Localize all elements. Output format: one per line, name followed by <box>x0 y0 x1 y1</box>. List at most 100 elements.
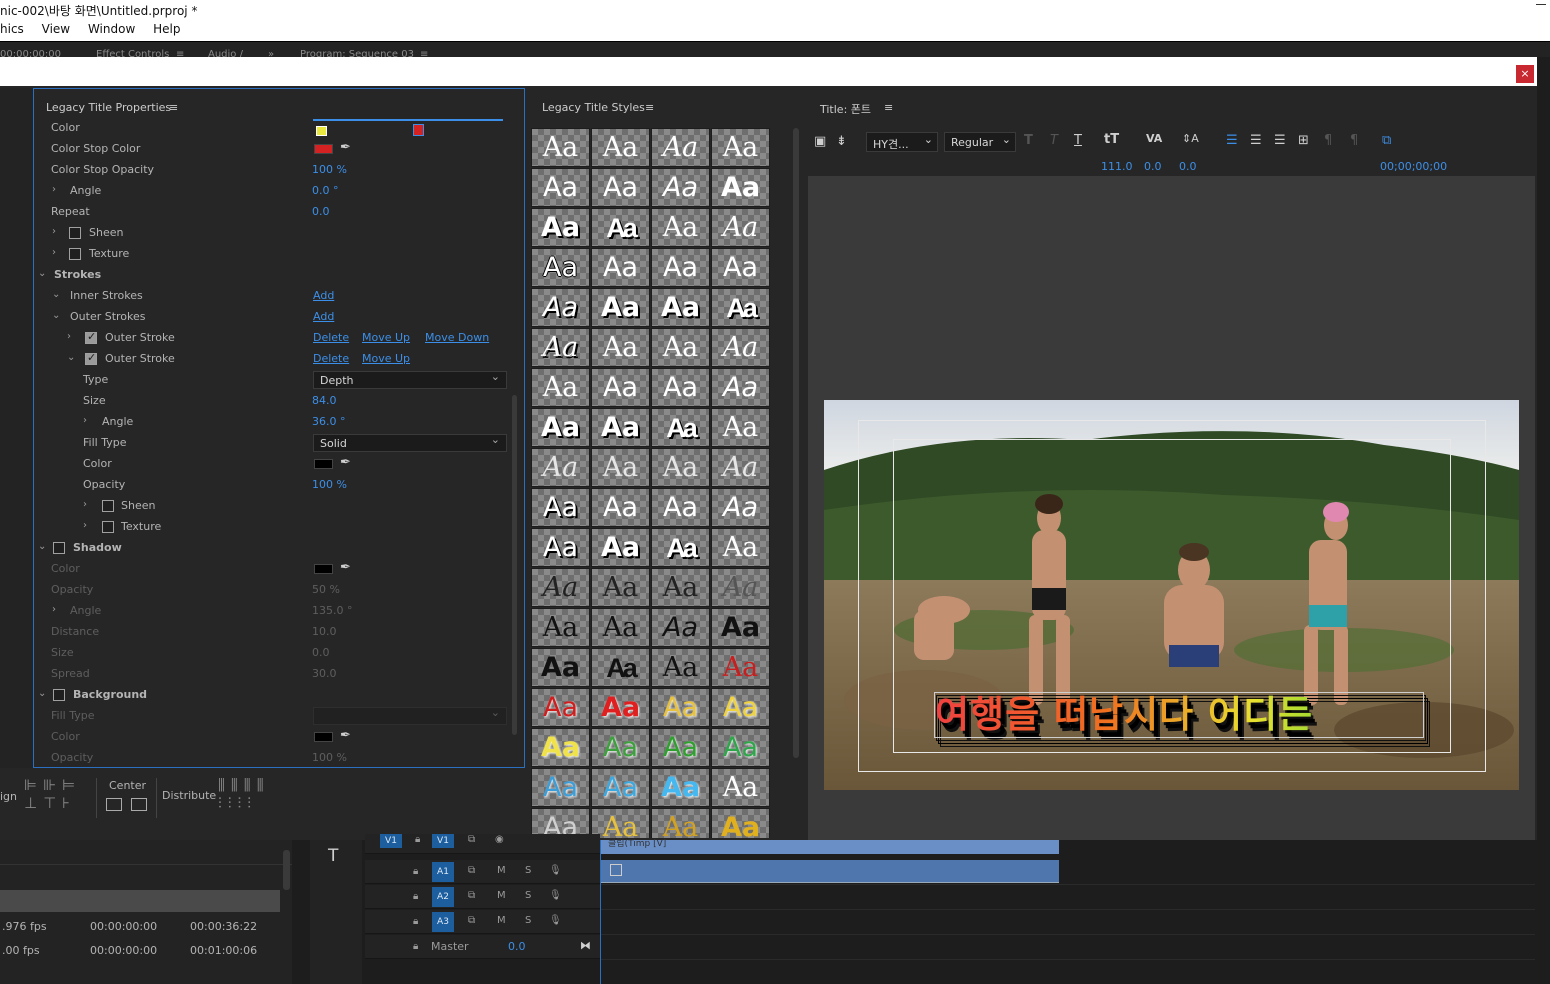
lock-icon[interactable]: 🔒︎ <box>413 916 418 927</box>
align-icons[interactable]: ⊫⊪⊨ ⊥⊤⊦ <box>24 776 81 812</box>
chevron-down-icon[interactable]: ⌄ <box>38 268 46 279</box>
style-swatch[interactable]: Aa <box>651 688 710 727</box>
style-swatch[interactable]: Aa <box>591 288 650 327</box>
chevron-right-icon[interactable]: › <box>52 247 56 258</box>
lock-icon[interactable]: 🔒︎ <box>415 834 420 845</box>
style-swatch[interactable]: Aa <box>711 408 770 447</box>
eyedropper-icon[interactable]: ✒ <box>340 728 351 743</box>
checkbox[interactable] <box>53 542 65 554</box>
style-swatch[interactable]: Aa <box>531 368 590 407</box>
style-swatch[interactable]: Aa <box>711 608 770 647</box>
property-value[interactable]: 10.0 <box>312 625 337 638</box>
style-swatch[interactable]: Aa <box>711 568 770 607</box>
style-swatch[interactable]: Aa <box>591 368 650 407</box>
style-swatch[interactable]: Aa <box>591 488 650 527</box>
style-swatch[interactable]: Aa <box>711 248 770 287</box>
tab-stops-icon[interactable]: ⊞ <box>1298 133 1309 148</box>
chevron-down-icon[interactable]: ⌄ <box>38 541 46 552</box>
timecode-value[interactable]: 00;00;00;00 <box>1380 160 1447 173</box>
font-size-value[interactable]: 111.0 <box>1101 160 1133 173</box>
chevron-right-icon[interactable]: › <box>52 604 56 615</box>
style-swatch[interactable]: Aa <box>591 128 650 167</box>
panel-menu-icon[interactable]: ≡ <box>169 101 178 114</box>
lock-icon[interactable]: 🔒︎ <box>413 866 418 877</box>
style-swatch[interactable]: Aa <box>531 448 590 487</box>
style-swatch[interactable]: Aa <box>651 408 710 447</box>
property-value[interactable]: 135.0 ° <box>312 604 353 617</box>
chevron-right-icon[interactable]: › <box>83 520 87 531</box>
track-target-v1[interactable]: V1 <box>432 834 454 848</box>
chevron-down-icon[interactable]: ⌄ <box>38 688 46 699</box>
mute-button[interactable]: M <box>497 865 506 876</box>
center-horizontal-icon[interactable] <box>106 798 122 811</box>
style-swatch[interactable]: Aa <box>591 648 650 687</box>
tab-audio[interactable]: Audio / <box>208 49 243 57</box>
style-swatch[interactable]: Aa <box>651 648 710 687</box>
paragraph-rtl-icon[interactable]: ¶ <box>1350 133 1358 148</box>
property-value[interactable]: 84.0 <box>312 394 337 407</box>
align-left-icon[interactable]: ☰ <box>1226 133 1238 148</box>
style-swatch[interactable]: Aa <box>531 168 590 207</box>
style-swatch[interactable]: Aa <box>651 608 710 647</box>
chevron-right-icon[interactable]: › <box>83 415 87 426</box>
track-target-a3[interactable]: A3 <box>432 912 454 932</box>
tab-effect-menu-icon[interactable]: ≡ <box>176 49 184 57</box>
underline-icon[interactable]: T <box>1074 133 1082 148</box>
chevron-right-icon[interactable]: › <box>52 184 56 195</box>
show-background-video-icon[interactable]: ⧉ <box>1382 133 1391 148</box>
sync-icon[interactable]: ⧉ <box>468 865 475 876</box>
property-value[interactable]: 100 % <box>312 478 347 491</box>
sync-icon[interactable]: ⧉ <box>468 890 475 901</box>
style-swatch[interactable]: Aa <box>591 248 650 287</box>
style-swatch[interactable]: Aa <box>531 728 590 767</box>
align-center-icon[interactable]: ☰ <box>1250 133 1262 148</box>
clip-v1[interactable]: 클립(Timp [V] <box>600 839 1059 854</box>
property-value[interactable]: 36.0 ° <box>312 415 346 428</box>
mic-icon[interactable]: 🎙︎ <box>549 865 562 876</box>
style-swatch[interactable]: Aa <box>651 528 710 567</box>
properties-scrollbar[interactable] <box>512 395 517 735</box>
master-volume-value[interactable]: 0.0 <box>508 940 526 953</box>
style-swatch[interactable]: Aa <box>651 248 710 287</box>
style-swatch[interactable]: Aa <box>591 568 650 607</box>
style-swatch[interactable]: Aa <box>711 648 770 687</box>
clip-a1[interactable] <box>600 860 1059 883</box>
tab-overflow[interactable]: » <box>268 49 274 57</box>
style-swatch[interactable]: Aa <box>591 448 650 487</box>
tab-program-menu-icon[interactable]: ≡ <box>420 49 428 57</box>
checkbox[interactable] <box>102 521 114 533</box>
color-swatch[interactable] <box>314 564 333 574</box>
style-swatch[interactable]: Aa <box>591 168 650 207</box>
eyedropper-icon[interactable]: ✒ <box>340 140 351 155</box>
move-down-link[interactable]: Move Down <box>425 331 489 344</box>
close-button[interactable]: × <box>1516 65 1534 83</box>
panel-menu-icon[interactable]: ≡ <box>645 101 654 114</box>
chevron-down-icon[interactable]: ⌄ <box>52 289 60 300</box>
gradient-ramp[interactable] <box>313 119 503 121</box>
property-value[interactable]: 0.0 <box>312 646 330 659</box>
style-swatch[interactable]: Aa <box>591 328 650 367</box>
property-value[interactable]: 0.0 <box>312 205 330 218</box>
style-swatch[interactable]: Aa <box>531 288 590 327</box>
style-swatch[interactable]: Aa <box>711 488 770 527</box>
track-target-a2[interactable]: A2 <box>432 887 454 907</box>
roll-crawl-icon[interactable]: ⇟ <box>836 134 847 149</box>
type-tool-icon[interactable]: T <box>328 846 338 866</box>
solo-button[interactable]: S <box>525 890 531 901</box>
leading-value[interactable]: 0.0 <box>1179 160 1197 173</box>
add-link[interactable]: Add <box>313 310 334 323</box>
chevron-down-icon[interactable]: ⌄ <box>52 310 60 321</box>
style-swatch[interactable]: Aa <box>711 168 770 207</box>
style-swatch[interactable]: Aa <box>651 728 710 767</box>
property-select[interactable]: Depth <box>313 370 507 389</box>
style-swatch[interactable]: Aa <box>711 688 770 727</box>
style-swatch[interactable]: Aa <box>711 728 770 767</box>
checkbox[interactable] <box>102 500 114 512</box>
checkbox[interactable] <box>69 227 81 239</box>
project-scrollbar[interactable] <box>283 850 290 890</box>
master-end-icon[interactable]: ⧓ <box>580 939 591 952</box>
checkbox[interactable] <box>85 351 97 365</box>
style-swatch[interactable]: Aa <box>711 448 770 487</box>
style-swatch[interactable]: Aa <box>531 528 590 567</box>
style-swatch[interactable]: Aa <box>711 328 770 367</box>
